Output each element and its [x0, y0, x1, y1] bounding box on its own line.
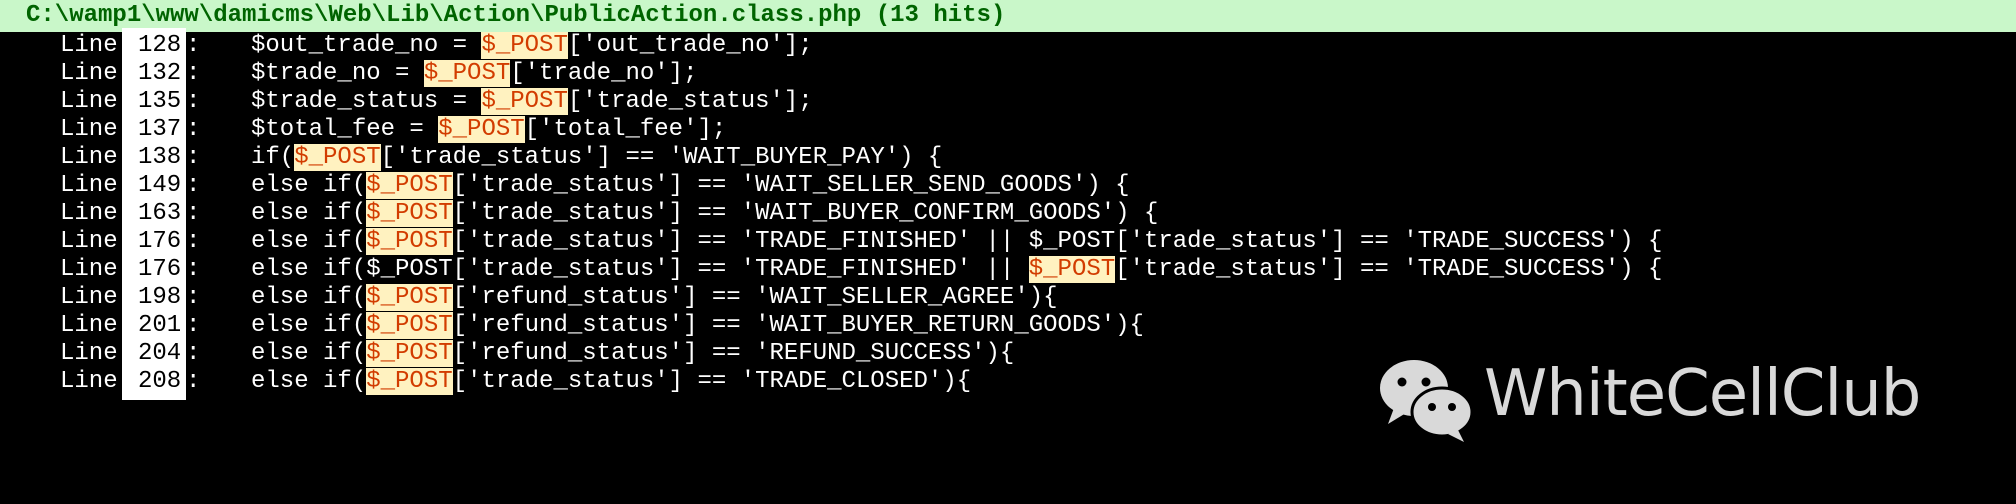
search-hit-highlight: $_POST: [366, 200, 453, 227]
code-before-hit: else if(: [251, 172, 367, 199]
search-hit-highlight: $_POST: [294, 144, 381, 171]
search-hit-highlight: $_POST: [366, 312, 453, 339]
line-prefix: Line: [60, 368, 118, 395]
code-after-hit: ['trade_status'] == 'WAIT_BUYER_PAY') {: [380, 144, 943, 171]
code-after-hit: ['total_fee'];: [524, 116, 727, 143]
line-number: 208: [138, 368, 182, 395]
watermark-text: WhiteCellClub: [1484, 357, 1921, 431]
watermark: WhiteCellClub: [1376, 354, 1976, 444]
line-colon: :: [186, 368, 201, 395]
code-after-hit: ['trade_status'] == 'TRADE_SUCCESS') {: [1115, 256, 1663, 283]
wechat-icon: [1380, 360, 1474, 442]
search-hit-highlight: $_POST: [366, 284, 453, 311]
code-after-hit: ['trade_status'] == 'WAIT_BUYER_CONFIRM_…: [452, 200, 1159, 227]
search-hit-highlight: $_POST: [1028, 256, 1116, 283]
code-after-hit: ['trade_status'] == 'TRADE_CLOSED'){: [452, 368, 972, 395]
search-hit-highlight: $_POST: [366, 228, 453, 255]
search-hit-highlight: $_POST: [481, 88, 568, 115]
code-text: else if($_POST['trade_status'] == 'TRADE…: [251, 364, 971, 400]
search-hit-highlight: $_POST: [481, 32, 568, 59]
code-before-hit: else if(: [251, 340, 367, 367]
code-before-hit: else if(: [251, 228, 367, 255]
search-hit-highlight: $_POST: [366, 368, 453, 395]
code-before-hit: else if(: [251, 368, 367, 395]
search-hit-highlight: $_POST: [366, 172, 453, 199]
search-hit-highlight: $_POST: [366, 340, 453, 367]
code-before-hit: $trade_status =: [251, 88, 482, 115]
code-before-hit: $total_fee =: [251, 116, 439, 143]
search-hit-highlight: $_POST: [423, 60, 511, 87]
code-before-hit: else if(: [251, 284, 367, 311]
code-before-hit: else if($_POST['trade_status'] == 'TRADE…: [251, 256, 1029, 283]
code-after-hit: ['out_trade_no'];: [567, 32, 813, 59]
code-after-hit: ['trade_status'] == 'WAIT_SELLER_SEND_GO…: [452, 172, 1130, 199]
code-after-hit: ['trade_status'];: [567, 88, 813, 115]
code-after-hit: ['refund_status'] == 'WAIT_BUYER_RETURN_…: [452, 312, 1144, 339]
code-after-hit: ['refund_status'] == 'WAIT_SELLER_AGREE'…: [452, 284, 1058, 311]
code-after-hit: ['refund_status'] == 'REFUND_SUCCESS'){: [452, 340, 1015, 367]
code-after-hit: ['trade_status'] == 'TRADE_FINISHED' || …: [452, 228, 1663, 255]
code-before-hit: $trade_no =: [251, 60, 424, 87]
code-after-hit: ['trade_no'];: [510, 60, 698, 87]
code-before-hit: $out_trade_no =: [251, 32, 482, 59]
code-before-hit: else if(: [251, 200, 367, 227]
code-before-hit: else if(: [251, 312, 367, 339]
search-hit-highlight: $_POST: [438, 116, 525, 143]
code-before-hit: if(: [251, 144, 295, 171]
